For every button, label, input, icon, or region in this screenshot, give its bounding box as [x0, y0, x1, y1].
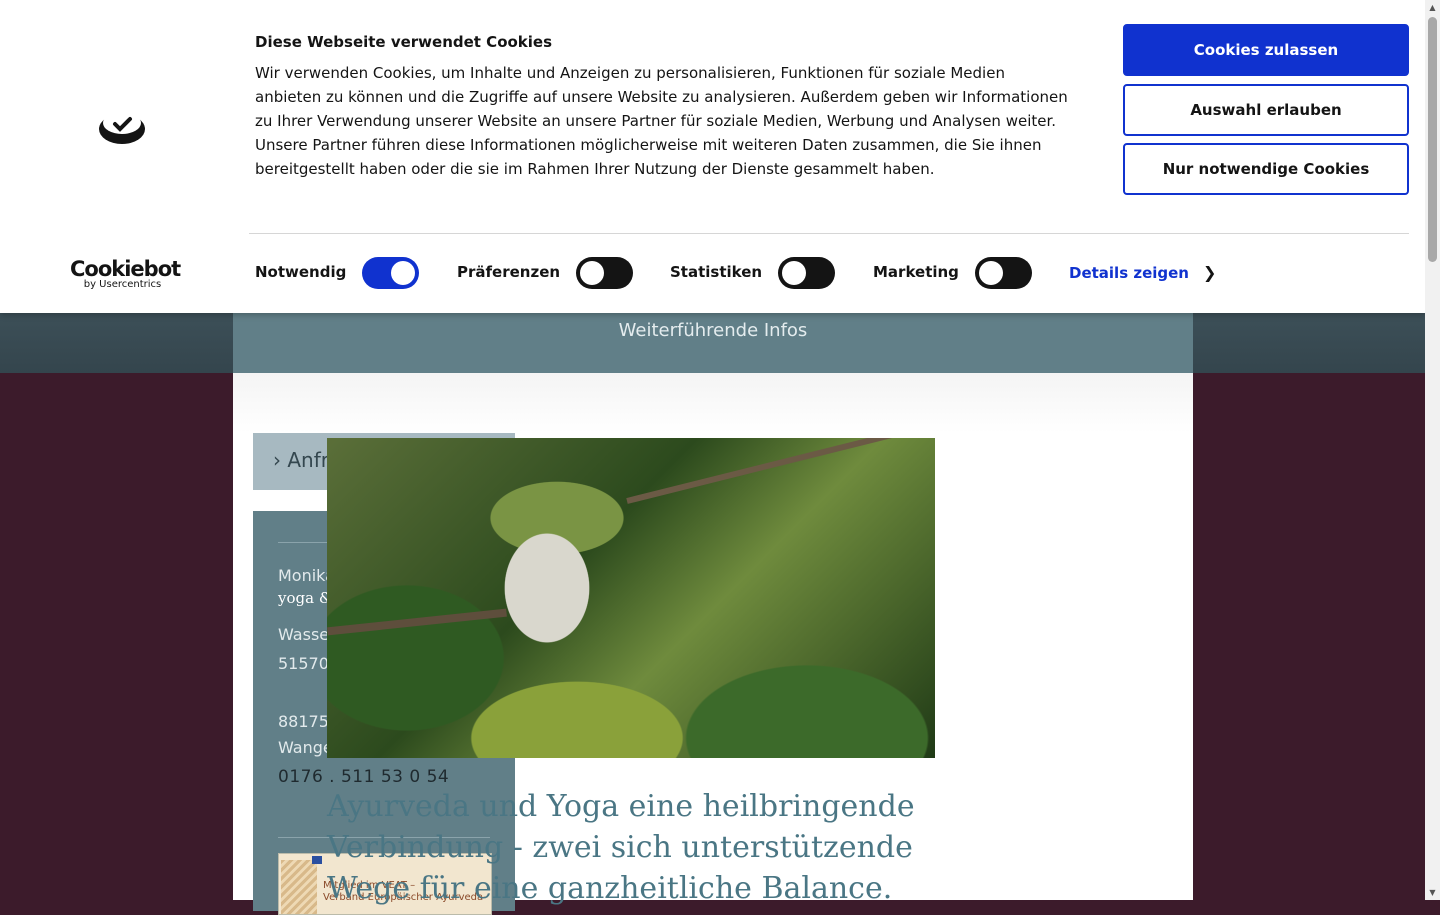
- show-details-label: Details zeigen: [1069, 264, 1189, 282]
- cookie-description: Wir verwenden Cookies, um Inhalte und An…: [255, 64, 1068, 178]
- allow-all-cookies-button[interactable]: Cookies zulassen: [1123, 24, 1409, 76]
- nav-item-weiterfuehrende-infos[interactable]: Weiterführende Infos: [233, 320, 1193, 341]
- divider: [249, 233, 1409, 234]
- vertical-scrollbar[interactable]: ▲ ▼: [1425, 0, 1440, 900]
- chevron-right-icon: ❯: [1203, 263, 1217, 282]
- toggle-preferences[interactable]: [576, 257, 633, 289]
- cookiebot-brand-logo[interactable]: Cookiebot by Usercentrics: [70, 258, 181, 290]
- contact-phone[interactable]: 0176 . 511 53 0 54: [278, 767, 449, 787]
- scroll-down-arrow-icon[interactable]: ▼: [1425, 885, 1440, 900]
- eu-flag-icon: [312, 856, 322, 864]
- toggle-statistics[interactable]: [778, 257, 835, 289]
- toggle-necessary[interactable]: [362, 257, 419, 289]
- toggle-label-necessary: Notwendig: [255, 263, 347, 281]
- toggle-label-statistics: Statistiken: [670, 263, 763, 281]
- toggle-marketing[interactable]: [975, 257, 1032, 289]
- toggle-label-marketing: Marketing: [873, 263, 959, 281]
- cookiebot-logo-icon: [99, 112, 145, 144]
- toggle-label-preferences: Präferenzen: [457, 263, 561, 281]
- scroll-up-arrow-icon[interactable]: ▲: [1425, 0, 1440, 15]
- cookie-title: Diese Webseite verwendet Cookies: [255, 33, 553, 51]
- buddha-statue-image: [327, 438, 935, 758]
- page-headline: Ayurveda und Yoga eine heilbringende Ver…: [327, 789, 915, 906]
- allow-selection-button[interactable]: Auswahl erlauben: [1123, 84, 1409, 136]
- scrollbar-thumb[interactable]: [1428, 17, 1437, 262]
- necessary-only-button[interactable]: Nur notwendige Cookies: [1123, 143, 1409, 195]
- cookie-consent-banner: Diese Webseite verwendet Cookies Wir ver…: [0, 0, 1425, 313]
- show-details-link[interactable]: Details zeigen ❯: [1069, 263, 1216, 282]
- badge-ornament: [281, 860, 317, 914]
- content-top-fade: [233, 373, 1193, 433]
